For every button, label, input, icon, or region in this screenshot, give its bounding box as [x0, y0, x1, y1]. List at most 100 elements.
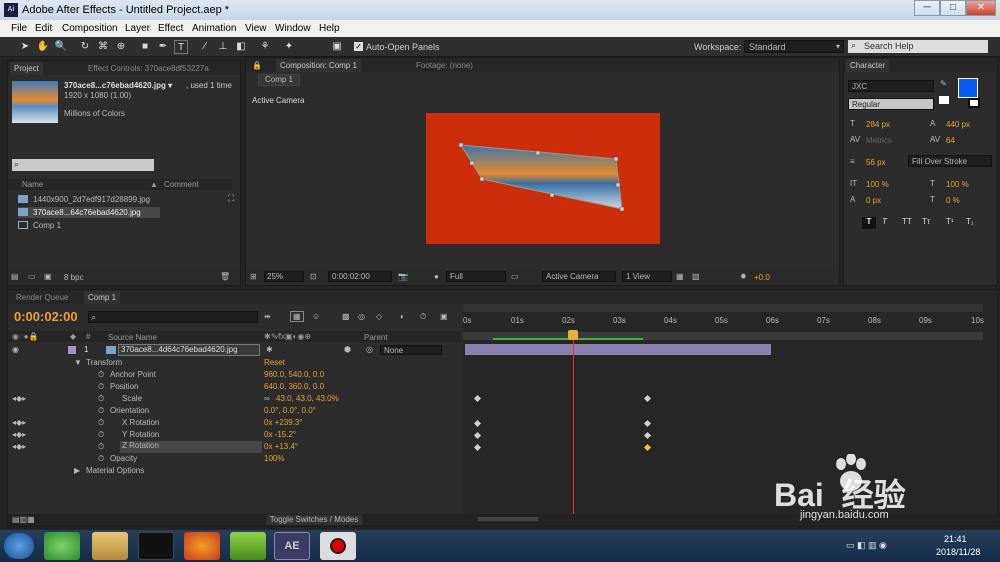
- eyedropper-icon[interactable]: ✎: [940, 79, 947, 88]
- selection-tool-icon[interactable]: ➤: [18, 40, 32, 54]
- font-size-value[interactable]: 284 px: [866, 120, 890, 129]
- snapshot-icon[interactable]: 📷: [398, 272, 408, 281]
- list-item[interactable]: 370ace8...64c76ebad4620.jpg: [18, 207, 160, 218]
- menu-help[interactable]: Help: [319, 23, 340, 34]
- constrain-link-icon[interactable]: ∞: [264, 394, 270, 403]
- subscript-button[interactable]: T₁: [966, 217, 974, 226]
- property-row[interactable]: ◂◆▸ ⏱ Scale ∞ 43.0, 43.0, 43.0%: [8, 393, 461, 405]
- parent-select[interactable]: None: [380, 345, 442, 355]
- property-value[interactable]: 43.0, 43.0, 43.0%: [276, 394, 339, 403]
- tab-render-queue[interactable]: Render Queue: [12, 291, 72, 304]
- hand-tool-icon[interactable]: ✋: [36, 40, 50, 54]
- firefox-icon[interactable]: [184, 532, 220, 560]
- region-icon[interactable]: ▭: [511, 272, 519, 281]
- search-help-input[interactable]: ⌕ Search Help: [848, 40, 988, 53]
- scale-keyframe[interactable]: [643, 394, 652, 403]
- panel-icon[interactable]: ▣: [330, 40, 344, 54]
- leading-value[interactable]: 440 px: [946, 120, 970, 129]
- comp-subtab[interactable]: Comp 1: [258, 74, 300, 86]
- fill-color-swatch[interactable]: [958, 78, 978, 98]
- keyframe-nav-icon[interactable]: ◂◆▸: [12, 394, 26, 403]
- layer-duration-bar[interactable]: [465, 344, 771, 355]
- kerning-value[interactable]: Metrics: [866, 136, 892, 145]
- scale-keyframe[interactable]: [473, 394, 482, 403]
- y-rotation-keyframe[interactable]: [473, 431, 482, 440]
- property-value[interactable]: 0x -15.2°: [264, 430, 296, 439]
- col-parent[interactable]: Parent: [364, 333, 388, 342]
- sort-icon[interactable]: ▲: [150, 180, 158, 189]
- comp-canvas[interactable]: [426, 113, 660, 244]
- start-button[interactable]: [4, 533, 34, 559]
- tab-comp[interactable]: Comp 1: [84, 291, 121, 304]
- tab-character[interactable]: Character: [846, 59, 890, 72]
- property-value[interactable]: 0.0°, 0.0°, 0.0°: [264, 406, 316, 415]
- stopwatch-icon[interactable]: ⏱: [98, 430, 104, 440]
- draft-3d-icon[interactable]: ▦: [290, 311, 304, 322]
- qq-icon[interactable]: [138, 532, 174, 560]
- all-caps-button[interactable]: TT: [902, 217, 912, 226]
- menu-view[interactable]: View: [245, 23, 267, 34]
- twirl-right-icon[interactable]: ▶: [74, 466, 80, 475]
- recorder-icon[interactable]: [320, 532, 356, 560]
- new-comp-icon[interactable]: ▣: [44, 272, 52, 281]
- graph-editor-icon[interactable]: ◇: [376, 312, 382, 321]
- trash-icon[interactable]: 🗑: [220, 272, 230, 281]
- project-search-input[interactable]: ⌕: [12, 159, 154, 171]
- close-button[interactable]: ✕: [966, 0, 996, 16]
- time-ruler[interactable]: 0s 01s 02s 03s 04s 05s 06s 07s 08s 09s 1…: [463, 314, 984, 342]
- switches-icons[interactable]: ✱✎⁄fx▣◐◉⊕: [264, 332, 311, 341]
- stopwatch-icon[interactable]: ⏱: [98, 382, 104, 392]
- property-row[interactable]: ◂◆▸ ⏱ Y Rotation 0x -15.2°: [8, 429, 461, 441]
- camera-tool-icon[interactable]: ⌘: [96, 40, 110, 54]
- media-player-icon[interactable]: [230, 532, 266, 560]
- faux-bold-button[interactable]: T: [862, 217, 876, 229]
- zoom-slider[interactable]: [478, 517, 538, 521]
- z-rotation-keyframe[interactable]: [473, 443, 482, 452]
- clock-date[interactable]: 2018/11/28: [936, 547, 980, 557]
- font-family-select[interactable]: JXC: [848, 80, 934, 92]
- stopwatch-icon[interactable]: ⏱: [420, 312, 426, 322]
- z-rotation-keyframe-selected[interactable]: [643, 443, 652, 452]
- hide-shy-icon[interactable]: ☺: [312, 312, 320, 321]
- superscript-button[interactable]: T¹: [946, 217, 954, 226]
- col-comment[interactable]: Comment: [164, 180, 199, 189]
- menu-effect[interactable]: Effect: [158, 23, 183, 34]
- keyframe-nav-icon[interactable]: ◂◆▸: [12, 418, 26, 427]
- resolution-select[interactable]: Full: [446, 271, 506, 282]
- type-tool-icon[interactable]: T: [174, 40, 188, 54]
- zoom-select[interactable]: 25%: [264, 271, 304, 282]
- stopwatch-icon[interactable]: ⏱: [98, 454, 104, 464]
- toggle-switches-button[interactable]: Toggle Switches / Modes: [266, 515, 362, 525]
- layer-image[interactable]: [426, 113, 660, 244]
- menu-composition[interactable]: Composition: [62, 23, 118, 34]
- col-name[interactable]: Name: [22, 180, 43, 189]
- keyframe-nav-icon[interactable]: ◂◆▸: [12, 430, 26, 439]
- interpret-footage-icon[interactable]: ▤: [11, 272, 19, 281]
- clock-time[interactable]: 21:41: [944, 534, 967, 544]
- property-row[interactable]: ⏱ Orientation 0.0°, 0.0°, 0.0°: [8, 405, 461, 417]
- tsume-value[interactable]: 0 %: [946, 196, 960, 205]
- y-rotation-keyframe[interactable]: [643, 431, 652, 440]
- exposure-value[interactable]: +0.0: [754, 273, 770, 282]
- property-value[interactable]: 960.0, 540.0, 0.0: [264, 370, 324, 379]
- brush-tool-icon[interactable]: ⁄: [198, 40, 212, 54]
- toggle-pixel-icon[interactable]: ▦: [676, 272, 684, 281]
- white-swatch[interactable]: [939, 96, 949, 104]
- clone-tool-icon[interactable]: ⊥: [216, 40, 230, 54]
- frame-blending-icon[interactable]: ▩: [342, 312, 350, 321]
- vertical-scale-value[interactable]: 100 %: [866, 180, 889, 189]
- eraser-tool-icon[interactable]: ◧: [234, 40, 248, 54]
- roto-brush-icon[interactable]: ⚘: [258, 40, 272, 54]
- file-explorer-icon[interactable]: [92, 532, 128, 560]
- view-layout-select[interactable]: 1 View: [622, 271, 672, 282]
- maximize-button[interactable]: □: [940, 0, 966, 16]
- stopwatch-icon[interactable]: ⏱: [98, 394, 104, 404]
- eye-icon[interactable]: ◉: [12, 345, 19, 354]
- zoom-tool-icon[interactable]: 🔍: [54, 40, 68, 54]
- x-rotation-keyframe[interactable]: [643, 419, 652, 428]
- camera-select[interactable]: Active Camera: [542, 271, 616, 282]
- tab-project[interactable]: Project: [10, 62, 43, 75]
- exposure-icon[interactable]: ✹: [740, 272, 747, 281]
- property-value[interactable]: 0x +13.4°: [264, 442, 298, 451]
- x-rotation-keyframe[interactable]: [473, 419, 482, 428]
